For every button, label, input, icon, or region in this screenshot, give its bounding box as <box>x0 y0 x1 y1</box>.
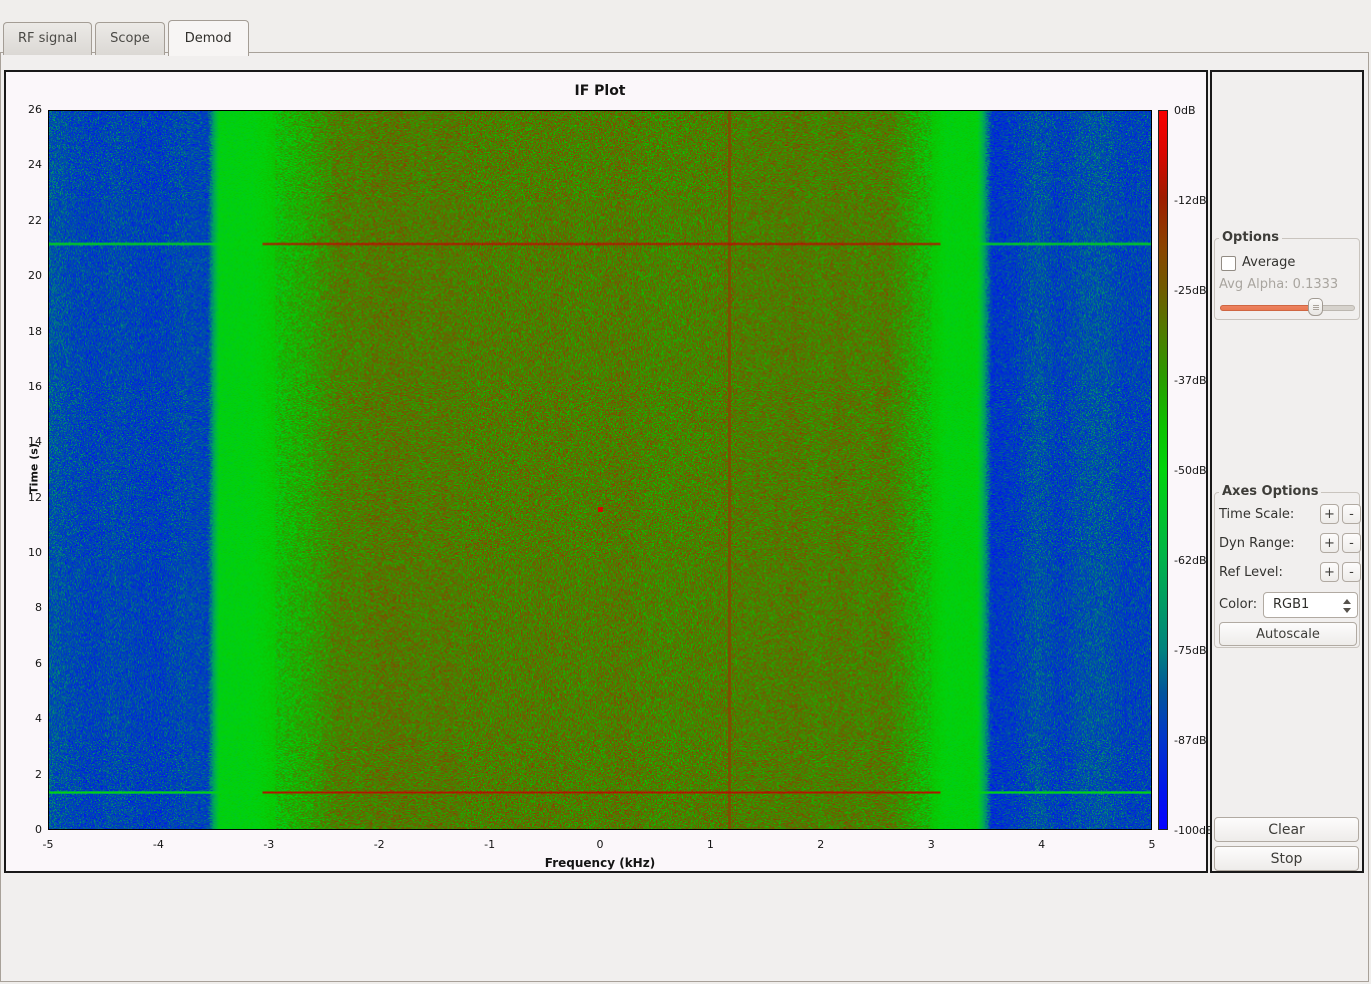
colorbar-tick-label: -87dB <box>1174 734 1207 747</box>
x-tick-label: -4 <box>152 838 164 851</box>
average-checkbox[interactable] <box>1221 256 1236 271</box>
tab-bar: RF signal Scope Demod <box>3 19 252 56</box>
ref-level-minus-button[interactable]: - <box>1342 562 1361 582</box>
y-tick-label: 16 <box>28 379 42 393</box>
x-tick-label: -1 <box>484 838 496 851</box>
waterfall-plot-widget: IF Plot Time (s) Frequency (kHz) 0 2 4 6 8 10… <box>4 70 1214 873</box>
spin-down-icon[interactable] <box>1343 608 1351 613</box>
average-checkbox-label: Average <box>1242 255 1296 270</box>
colorbar-tick-label: -75dB <box>1174 644 1207 657</box>
options-group-title: Options <box>1219 230 1282 245</box>
y-tick-label: 18 <box>28 324 42 338</box>
y-tick-label: 6 <box>35 656 42 670</box>
avg-alpha-slider[interactable] <box>1220 297 1355 317</box>
x-tick-label: -2 <box>373 838 385 851</box>
colorbar-tick-label: -62dB <box>1174 554 1207 567</box>
y-tick-label: 26 <box>28 103 42 116</box>
y-tick-label: 20 <box>28 269 42 283</box>
colorbar-tick-label: -100dB <box>1174 824 1214 837</box>
stop-button[interactable]: Stop <box>1214 846 1359 871</box>
slider-fill <box>1220 305 1316 311</box>
colorbar-tick-label: -50dB <box>1174 464 1207 477</box>
options-group: Options Average Avg Alpha: 0.1333 <box>1214 230 1360 320</box>
x-tick-label: 5 <box>1148 838 1156 851</box>
y-tick-label: 10 <box>28 546 42 560</box>
color-spinbox-value: RGB1 <box>1273 597 1310 612</box>
waterfall-canvas[interactable] <box>48 110 1152 830</box>
y-tick-label: 12 <box>28 490 42 504</box>
x-axis-label: Frequency (kHz) <box>544 856 656 870</box>
control-panel: Options Average Avg Alpha: 0.1333 Axes O… <box>1210 70 1364 873</box>
avg-alpha-value-label: Avg Alpha: 0.1333 <box>1219 277 1339 292</box>
y-tick-label: 24 <box>28 158 42 172</box>
ref-level-label: Ref Level: <box>1219 565 1283 580</box>
color-label: Color: <box>1219 597 1258 612</box>
x-tick-label: -3 <box>263 838 275 851</box>
y-tick-label: 2 <box>35 767 42 781</box>
x-tick-label: 2 <box>817 838 825 851</box>
axes-options-group-title: Axes Options <box>1219 484 1322 499</box>
y-tick-label: 8 <box>35 601 42 615</box>
application-window: { "tabs": [ { "label": "RF signal", "act… <box>0 0 1371 984</box>
plot-title: IF Plot <box>574 83 626 99</box>
dyn-range-label: Dyn Range: <box>1219 536 1295 551</box>
axes-options-group: Axes Options Time Scale: + - Dyn Range: … <box>1214 484 1361 648</box>
x-tick-label: 3 <box>927 838 935 851</box>
time-scale-plus-button[interactable]: + <box>1320 504 1339 524</box>
x-tick-label: -5 <box>42 838 54 851</box>
dyn-range-plus-button[interactable]: + <box>1320 533 1339 553</box>
colorbar-tick-label: -12dB <box>1174 194 1207 207</box>
y-tick-label: 14 <box>28 435 42 449</box>
colorbar-tick-label: -37dB <box>1174 374 1207 387</box>
spinbox-arrows-icon[interactable] <box>1343 598 1351 614</box>
tab-demod[interactable]: Demod <box>167 20 249 56</box>
x-tick-label: 4 <box>1038 838 1046 851</box>
slider-handle[interactable] <box>1307 298 1323 316</box>
time-scale-minus-button[interactable]: - <box>1342 504 1361 524</box>
clear-button[interactable]: Clear <box>1214 817 1359 842</box>
x-tick-label: 0 <box>596 838 604 851</box>
y-tick-label: 22 <box>28 213 42 227</box>
y-tick-label: 4 <box>35 712 42 726</box>
colorbar <box>1158 110 1168 830</box>
y-tick-label: 0 <box>35 823 42 836</box>
tab-scope[interactable]: Scope <box>95 22 165 55</box>
time-scale-label: Time Scale: <box>1219 507 1295 522</box>
colorbar-tick-label: 0dB <box>1174 104 1196 117</box>
spin-up-icon[interactable] <box>1343 599 1351 604</box>
autoscale-button[interactable]: Autoscale <box>1219 622 1357 646</box>
ref-level-plus-button[interactable]: + <box>1320 562 1339 582</box>
dyn-range-minus-button[interactable]: - <box>1342 533 1361 553</box>
tab-rf-signal[interactable]: RF signal <box>3 22 93 55</box>
color-spinbox[interactable]: RGB1 <box>1263 592 1358 618</box>
colorbar-tick-label: -25dB <box>1174 284 1207 297</box>
x-tick-label: 1 <box>706 838 714 851</box>
